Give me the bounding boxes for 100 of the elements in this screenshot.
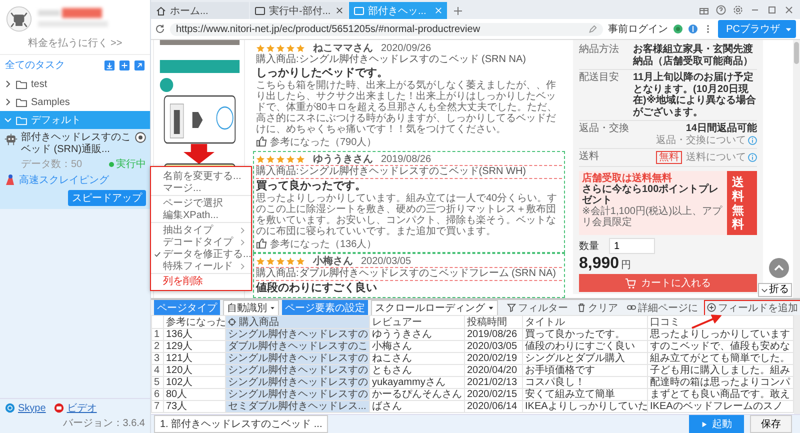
pencil-icon[interactable] — [588, 24, 598, 34]
info-icon[interactable] — [748, 153, 757, 162]
menu-item[interactable]: 特殊フィールド — [151, 260, 251, 272]
reviewer-name: ねこママさん — [313, 42, 373, 54]
page-icon — [354, 6, 364, 16]
add-to-cart-button[interactable]: カートに入れる — [579, 274, 757, 292]
quantity-field[interactable]: 1 — [609, 238, 655, 254]
star-icon — [286, 154, 295, 164]
close-icon[interactable] — [336, 7, 343, 14]
thumbs-up-icon[interactable] — [256, 136, 267, 147]
row-number: 3 — [152, 352, 164, 364]
column-header[interactable]: 投稿時間 — [464, 316, 522, 328]
toolbar-button[interactable]: クリア — [574, 300, 621, 316]
row-number: 1 — [152, 328, 164, 340]
menu-item[interactable]: 抽出タイプ — [151, 224, 251, 236]
toolbar-button[interactable]: 詳細ページに — [624, 300, 701, 316]
speed-up-button[interactable]: スピードアップ — [68, 190, 146, 206]
menu-item[interactable]: 名前を変更する... — [151, 170, 251, 182]
browser-tab[interactable]: ホーム... — [151, 2, 249, 19]
extension-icon[interactable] — [688, 24, 698, 34]
folder-item[interactable]: test — [0, 75, 150, 93]
folder-icon — [16, 98, 27, 106]
maximize-icon[interactable] — [767, 5, 777, 15]
menu-item[interactable]: 列を削除 — [151, 275, 251, 287]
price: 8,990 — [579, 255, 620, 273]
refresh-icon[interactable] — [155, 24, 165, 34]
footer-link[interactable]: Skype — [5, 401, 46, 415]
reviewer-name: ゆううきさん — [313, 153, 373, 166]
row-number: 7 — [152, 400, 164, 412]
table-cell: セミダブル脚付きヘッドレス... — [226, 400, 370, 412]
page-element-button[interactable]: ページ要素の設定 — [282, 300, 368, 316]
robot-icon — [4, 132, 18, 146]
menu-item[interactable]: デコードタイプ — [151, 236, 251, 248]
folder-item[interactable]: Samples — [0, 93, 150, 111]
video-icon — [54, 403, 64, 413]
detail-label: 返品・交換 — [579, 123, 629, 136]
menu-item[interactable]: マージ... — [151, 182, 251, 194]
browser-mode-button[interactable]: PCブラウザ — [718, 20, 796, 38]
close-icon[interactable] — [784, 5, 794, 15]
column-header[interactable]: 購入商品 — [226, 316, 370, 328]
thumbs-up-icon[interactable] — [256, 238, 267, 249]
save-button[interactable]: 保存 — [750, 415, 792, 433]
settings-icon[interactable] — [733, 5, 743, 15]
column-header[interactable]: 口コミ — [648, 316, 794, 328]
menu-item[interactable]: データを修正する... — [151, 248, 251, 260]
column-header[interactable]: タイトル — [522, 316, 648, 328]
task-card[interactable]: 部付きヘッドレスすのこベッド (SRN)通販... データ数：50 実行中 高速スクレイピング スピードアップ — [0, 129, 150, 209]
fold-button[interactable]: 折る — [758, 283, 792, 297]
table-cell: 思ったよりしっかりしています — [648, 328, 794, 340]
url-field[interactable]: https://www.nitori-net.jp/ec/product/5651205s/#normal-productreview — [170, 22, 604, 36]
section-title: 全てのタスク — [5, 59, 66, 72]
check-icon — [154, 250, 161, 258]
page-type-dropdown[interactable]: 自動識別 — [223, 300, 279, 316]
menu-item[interactable]: ページで選択 — [151, 197, 251, 209]
avatar-icon — [6, 6, 32, 32]
table-cell: 102人 — [164, 376, 226, 388]
star-icon — [266, 154, 275, 164]
stop-icon[interactable] — [135, 132, 146, 143]
review-title: 値段のわりにすごく良い — [256, 282, 378, 295]
helpful-count: 参考になった（790人） — [270, 136, 377, 148]
scrollbar[interactable] — [793, 40, 800, 298]
review-title: しっかりしたベッドです。 — [256, 67, 389, 80]
browser-tab[interactable]: 実行中-部付... — [250, 2, 348, 19]
column-header[interactable]: 参考になった — [164, 316, 226, 328]
footer-link[interactable]: ビデオ — [54, 401, 97, 415]
extension-icon[interactable] — [673, 24, 684, 34]
task-mode: 高速スクレイピング — [19, 174, 109, 187]
toolbar-button[interactable]: フィールドを追加 — [704, 300, 800, 316]
data-count: データ数：50 — [21, 158, 82, 171]
loading-dropdown[interactable]: スクロールローディング — [371, 300, 498, 316]
login-link[interactable]: 事前ログイン — [608, 22, 668, 36]
new-tab-icon[interactable] — [453, 6, 463, 16]
review-text: こちらも箱を開けた時、出来上がる気がしなく萎えましたが、、作り出したら、サクサク出来ました！出来上がりはしっかりしたベッドで、体重が80キロを超える旦那さんも全然大丈夫でした。ただ、高さ的にスネにぶつける時がありますが、しっかりしてるベッドだけに、めちゃくちゃ痛いです！！気をつけてください。 — [256, 80, 558, 135]
billing-link[interactable]: 料金を払うに行く >> — [0, 34, 150, 54]
currency: 円 — [621, 259, 632, 272]
scroll-top-icon[interactable] — [769, 258, 789, 278]
review-date: 2020/03/05 — [361, 256, 412, 266]
table-cell: まずとても良い商品です。敢え — [648, 388, 794, 400]
import-icon[interactable] — [104, 60, 115, 70]
start-button[interactable]: 起動 — [689, 415, 744, 433]
row-number: 4 — [152, 364, 164, 376]
add-icon[interactable] — [119, 60, 130, 70]
table-cell: 組み立てがとても簡単でした。 — [648, 352, 794, 364]
detail-label: 配送目安 — [579, 72, 620, 85]
info-icon[interactable] — [748, 136, 757, 145]
task-tab[interactable]: 1. 部付きヘッドレスすのこベッド ... — [154, 415, 328, 433]
purchased-product: 購入商品:シングル脚付きヘッドレスすのこベッド(SRN WH) — [256, 165, 562, 179]
table-cell: コスパ良し！ — [522, 376, 648, 388]
table-cell: 値段のわりにすごく良い — [522, 340, 648, 352]
reviewer-name: 小梅さん — [313, 254, 353, 268]
promo-note: ※会計1,100円(税込)以上、アプリ会員限定 — [582, 206, 724, 228]
menu-item[interactable]: 編集XPath... — [151, 209, 251, 221]
chevron-icon — [4, 80, 12, 88]
table-cell: ともさん — [370, 364, 464, 376]
toolbar-button[interactable]: フィルター — [504, 300, 571, 316]
column-header[interactable]: レビュアー — [370, 316, 464, 328]
page-type-label: ページタイプ — [154, 300, 220, 316]
export-icon[interactable] — [134, 60, 145, 70]
filter-icon — [507, 303, 516, 312]
help-icon[interactable] — [716, 5, 726, 15]
